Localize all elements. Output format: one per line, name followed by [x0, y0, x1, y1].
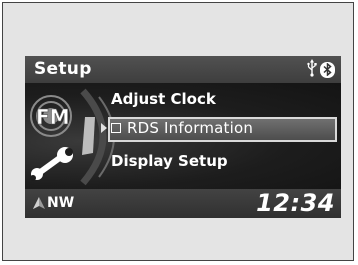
compass-arrow-icon	[33, 197, 45, 209]
status-icons	[307, 58, 335, 81]
selection-pointer-icon	[101, 123, 107, 133]
menu-item-rds-information[interactable]: RDS Information	[111, 119, 253, 137]
menu-item-adjust-clock[interactable]: Adjust Clock	[111, 90, 216, 108]
menu-item-label: RDS Information	[127, 119, 254, 137]
fm-radio-icon: FM	[30, 95, 72, 137]
display-screen: Setup FM Adjust Clock RDS Information Di…	[25, 56, 341, 218]
title-bar: Setup	[25, 56, 341, 83]
clock-display: 12:34	[256, 189, 335, 217]
status-bar: NW 12:34	[25, 189, 341, 218]
compass-heading: NW	[47, 195, 75, 211]
rds-checkbox[interactable]	[111, 123, 121, 133]
bluetooth-icon	[320, 61, 335, 78]
svg-text:FM: FM	[36, 105, 70, 129]
menu-area: FM Adjust Clock RDS Information Display …	[25, 83, 341, 189]
menu-item-display-setup[interactable]: Display Setup	[111, 152, 228, 170]
page-title: Setup	[34, 59, 92, 79]
wrench-icon	[30, 147, 73, 181]
usb-icon	[307, 58, 317, 81]
